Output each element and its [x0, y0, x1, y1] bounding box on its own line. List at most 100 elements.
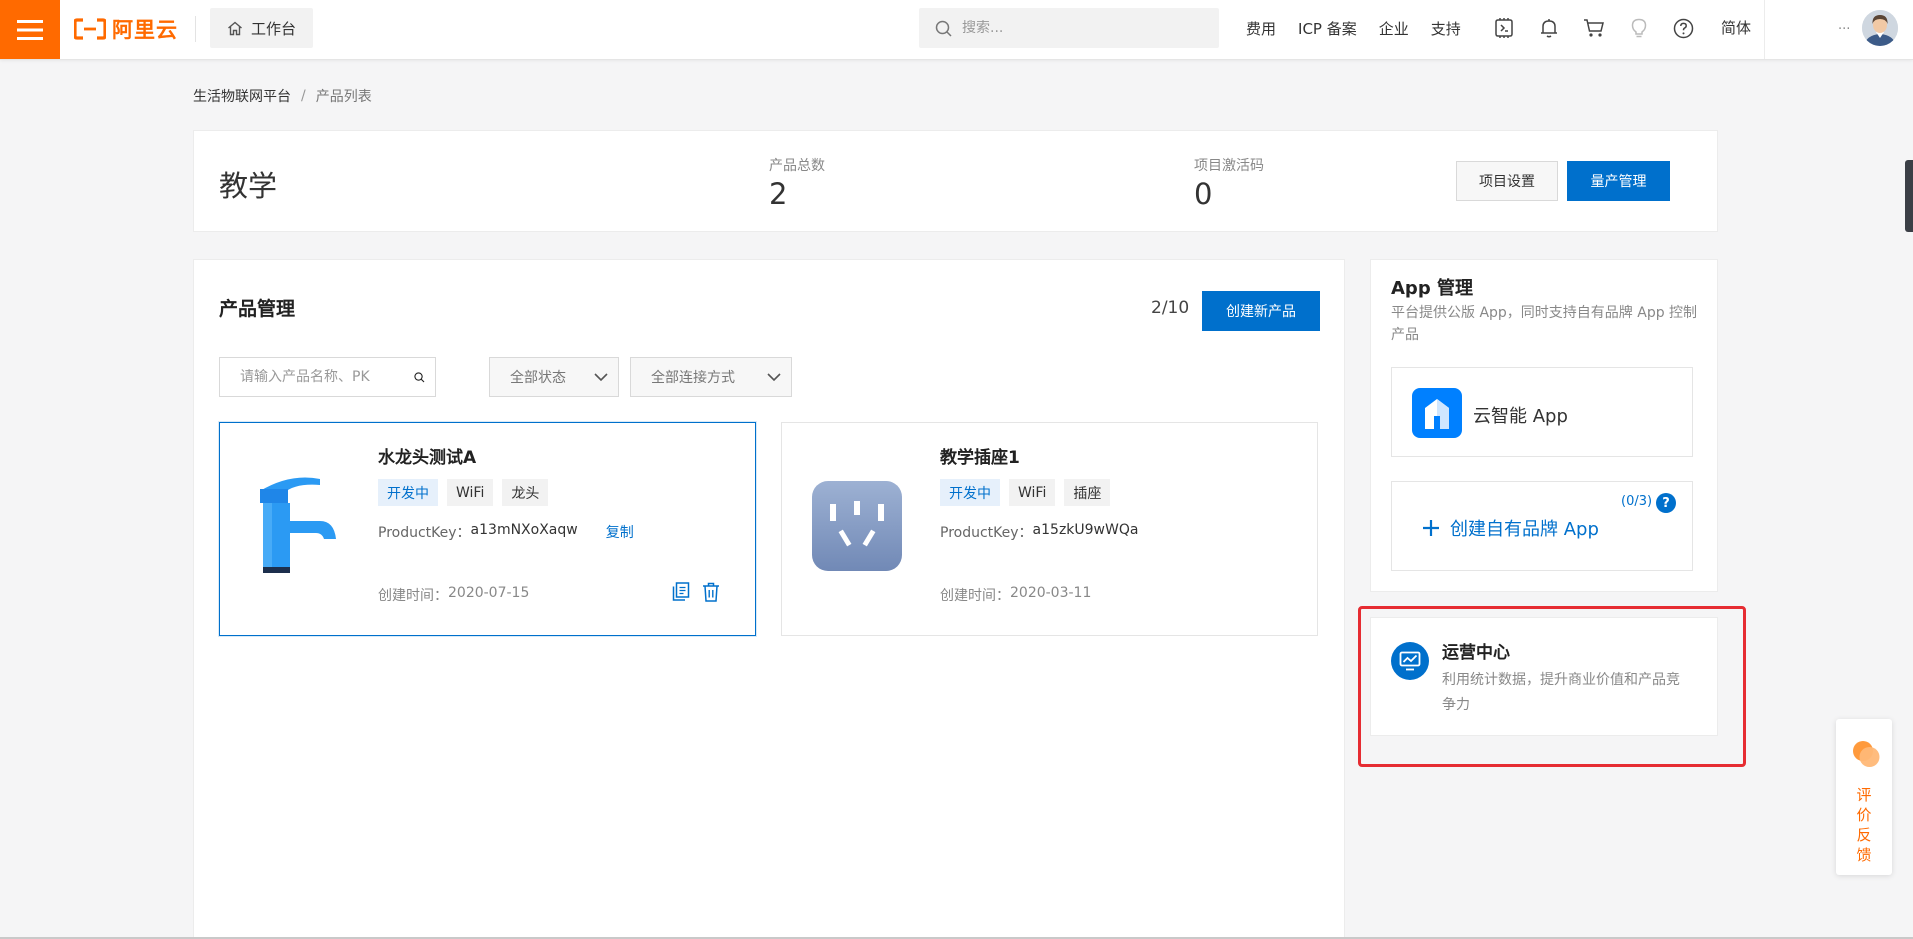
operations-center-title: 运营中心	[1442, 643, 1510, 663]
yun-smart-app-label: 云智能 App	[1473, 406, 1568, 427]
connection-badge: WiFi	[447, 479, 494, 506]
product-management-panel: 产品管理 2/10 创建新产品 全部状态 全部连接方式 水龙头测试A	[193, 259, 1345, 939]
question-help-icon[interactable]: ?	[1656, 493, 1676, 513]
created-time-label: 创建时间：	[940, 588, 1010, 604]
search-icon[interactable]	[414, 369, 425, 386]
created-time-row: 创建时间： 2020-03-11	[940, 585, 1091, 605]
operations-center-description: 利用统计数据，提升商业价值和产品竞争力	[1442, 672, 1680, 713]
global-search[interactable]	[919, 8, 1219, 48]
created-time-value: 2020-03-11	[1010, 585, 1092, 601]
breadcrumb-iot-platform[interactable]: 生活物联网平台	[193, 86, 291, 106]
product-name: 教学插座1	[940, 448, 1020, 468]
product-card-faucet[interactable]: 水龙头测试A 开发中 WiFi 龙头 ProductKey： a13mNXoXa…	[219, 422, 756, 636]
connection-badge: WiFi	[1009, 479, 1056, 506]
product-key-row: ProductKey： a15zkU9wWQa	[940, 522, 1138, 542]
app-panel-title: App 管理	[1391, 278, 1473, 299]
product-key-row: ProductKey： a13mNXoXaqw 复制	[378, 522, 634, 542]
logo-text: 阿里云	[112, 18, 178, 42]
chevron-down-icon	[594, 372, 608, 381]
product-tags: 开发中 WiFi 插座	[940, 479, 1111, 506]
product-key-label: ProductKey：	[940, 525, 1033, 541]
status-badge: 开发中	[940, 479, 1000, 506]
stat-label: 项目激活码	[1194, 158, 1264, 174]
stat-value: 0	[1194, 177, 1213, 211]
connection-filter-select[interactable]: 全部连接方式	[630, 357, 792, 397]
user-avatar[interactable]	[1862, 10, 1898, 46]
feedback-label: 评价反馈	[1856, 786, 1872, 864]
workbench-button[interactable]: 工作台	[210, 8, 313, 48]
created-time-value: 2020-07-15	[448, 585, 530, 601]
category-badge: 龙头	[502, 479, 549, 506]
lightbulb-icon[interactable]	[1627, 17, 1650, 40]
avatar-icon	[1862, 10, 1898, 46]
breadcrumb: 生活物联网平台 / 产品列表	[193, 86, 372, 106]
top-navigation-bar: 阿里云 工作台 费用 ICP 备案 企业 支持	[0, 0, 1913, 60]
account-name-truncated[interactable]: ...	[1838, 18, 1850, 33]
create-brand-app-link[interactable]: 创建自有品牌 App	[1422, 515, 1599, 541]
breadcrumb-separator: /	[301, 88, 306, 104]
home-icon	[228, 21, 242, 35]
created-time-label: 创建时间：	[378, 588, 448, 604]
app-panel-description: 平台提供公版 App，同时支持自有品牌 App 控制产品	[1391, 305, 1698, 343]
product-card-socket[interactable]: 教学插座1 开发中 WiFi 插座 ProductKey： a15zkU9wWQ…	[781, 422, 1318, 636]
socket-icon	[812, 481, 902, 571]
brand-app-count: (0/3)	[1621, 494, 1653, 509]
product-name: 水龙头测试A	[378, 448, 477, 468]
project-title: 教学	[219, 169, 278, 203]
chevron-down-icon	[767, 372, 781, 381]
top-nav-links: 费用 ICP 备案 企业 支持	[1246, 0, 1461, 56]
search-icon	[935, 20, 952, 37]
operations-center-icon	[1391, 642, 1429, 680]
feedback-bubble-icon	[1853, 741, 1880, 767]
product-card-actions	[671, 581, 720, 602]
aliyun-logo-icon	[74, 18, 106, 40]
top-nav-icons	[1492, 14, 1695, 42]
help-circle-icon[interactable]	[1672, 17, 1695, 40]
nav-link-icp[interactable]: ICP 备案	[1298, 18, 1357, 39]
stat-label: 产品总数	[769, 158, 825, 174]
faucet-icon	[260, 477, 336, 573]
yun-smart-app-icon	[1412, 388, 1462, 438]
stat-activation-code: 项目激活码 0	[1194, 155, 1264, 211]
connection-filter-value: 全部连接方式	[651, 370, 735, 386]
product-key-label: ProductKey：	[378, 525, 471, 541]
workbench-label: 工作台	[250, 19, 296, 38]
plus-icon	[1423, 520, 1439, 536]
create-brand-app-label: 创建自有品牌 App	[1450, 519, 1599, 540]
product-key-value: a15zkU9wWQa	[1032, 522, 1139, 538]
app-management-panel: App 管理 平台提供公版 App，同时支持自有品牌 App 控制产品 云智能 …	[1370, 259, 1718, 592]
shopping-cart-icon[interactable]	[1582, 17, 1605, 40]
global-search-input[interactable]	[962, 20, 1202, 36]
project-summary-card: 教学 产品总数 2 项目激活码 0 项目设置 量产管理	[193, 130, 1718, 232]
stat-value: 2	[769, 177, 788, 211]
notification-bell-icon[interactable]	[1537, 17, 1560, 40]
nav-link-support[interactable]: 支持	[1431, 18, 1461, 39]
stat-product-total: 产品总数 2	[769, 155, 825, 211]
product-search-input[interactable]	[240, 369, 414, 385]
product-quota: 2/10	[1151, 298, 1190, 318]
side-drawer-handle[interactable]	[1905, 160, 1913, 232]
hamburger-menu-button[interactable]	[0, 0, 60, 59]
feedback-widget[interactable]: 评价反馈	[1836, 719, 1892, 875]
duplicate-icon[interactable]	[671, 581, 690, 602]
language-switch[interactable]: 简体	[1721, 17, 1751, 38]
nav-link-enterprise[interactable]: 企业	[1379, 18, 1409, 39]
logo-divider	[195, 16, 196, 42]
hamburger-icon	[17, 19, 43, 40]
project-settings-button[interactable]: 项目设置	[1456, 161, 1558, 201]
product-key-value: a13mNXoXaqw	[470, 522, 578, 538]
delete-icon[interactable]	[701, 581, 720, 602]
nav-link-billing[interactable]: 费用	[1246, 18, 1276, 39]
create-product-button[interactable]: 创建新产品	[1202, 291, 1320, 331]
yun-smart-app-card[interactable]: 云智能 App	[1391, 367, 1693, 457]
mass-production-button[interactable]: 量产管理	[1567, 161, 1670, 201]
operations-center-card[interactable]: 运营中心 利用统计数据，提升商业价值和产品竞争力	[1370, 617, 1718, 736]
status-badge: 开发中	[378, 479, 438, 506]
aliyun-logo[interactable]: 阿里云	[74, 14, 178, 44]
created-time-row: 创建时间： 2020-07-15	[378, 585, 529, 605]
cloud-shell-icon[interactable]	[1492, 17, 1515, 40]
copy-product-key-link[interactable]: 复制	[606, 522, 634, 542]
status-filter-select[interactable]: 全部状态	[489, 357, 619, 397]
create-brand-app-card[interactable]: 创建自有品牌 App (0/3) ?	[1391, 481, 1693, 571]
product-search[interactable]	[219, 357, 436, 397]
